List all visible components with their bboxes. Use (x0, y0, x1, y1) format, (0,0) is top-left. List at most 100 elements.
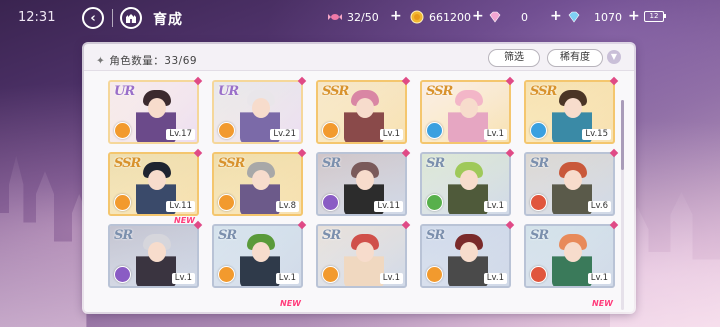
back-button[interactable]: ‹ (82, 7, 104, 29)
element-green-icon (426, 194, 443, 211)
resource-blue-diamond: 1070 (567, 10, 622, 24)
element-orange-icon (218, 266, 235, 283)
level-label: Lv.6 (587, 201, 611, 212)
element-orange-icon (218, 122, 235, 139)
character-face (252, 170, 270, 190)
character-card[interactable]: SSR Lv.8 (212, 152, 303, 216)
add-pink-diamond-button[interactable]: + (550, 8, 562, 24)
rarity-label: SR (530, 156, 549, 171)
rarity-label: SSR (426, 84, 453, 99)
character-card[interactable]: SSR Lv.15 (524, 80, 615, 144)
character-face (564, 242, 582, 262)
new-badge: NEW (174, 216, 195, 225)
character-face (460, 170, 478, 190)
add-candy-button[interactable]: + (390, 8, 402, 24)
home-button[interactable] (120, 7, 142, 29)
level-label: Lv.1 (483, 201, 507, 212)
candy-value: 32/50 (347, 10, 379, 24)
character-face (148, 98, 166, 118)
top-bar: 12:31 ‹ 育成 32/50 + 661200 + 0 + 1070 + 1… (0, 0, 720, 36)
level-label: Lv.1 (275, 273, 299, 284)
rarity-label: SSR (114, 156, 141, 171)
character-face (356, 170, 374, 190)
character-panel: ✦ 角色数量：33/69 筛选 稀有度 ▼ UR Lv.17 UR Lv.21 SSR Lv… (84, 44, 634, 312)
element-purple-icon (322, 194, 339, 211)
level-label: Lv.1 (171, 273, 195, 284)
chevron-down-icon: ▼ (610, 52, 618, 61)
character-card[interactable]: SR Lv.1 (108, 224, 199, 288)
pink-diamond-value: 0 (521, 10, 528, 24)
battery-icon: 12 (644, 11, 666, 22)
character-card[interactable]: SSR Lv.11 (108, 152, 199, 216)
element-orange-icon (218, 194, 235, 211)
character-face (252, 98, 270, 118)
rarity-label: SR (530, 228, 549, 243)
rarity-label: SSR (218, 156, 245, 171)
element-orange-icon (322, 266, 339, 283)
level-label: Lv.1 (379, 129, 403, 140)
element-orange-icon (322, 122, 339, 139)
level-label: Lv.1 (483, 273, 507, 284)
rarity-label: UR (114, 84, 135, 99)
rarity-label: SR (322, 156, 341, 171)
coin-icon (410, 10, 424, 24)
level-label: Lv.1 (483, 129, 507, 140)
castle-home-icon (126, 13, 136, 23)
character-grid: UR Lv.17 UR Lv.21 SSR Lv.1 SSR Lv.1 SSR Lv.15 SSR L… (84, 70, 634, 312)
element-blue-icon (530, 122, 547, 139)
character-card[interactable]: SR Lv.1 (212, 224, 303, 288)
element-orange-icon (426, 266, 443, 283)
sort-order-button[interactable]: ▼ (607, 50, 621, 64)
character-card[interactable]: UR Lv.21 (212, 80, 303, 144)
chevron-left-icon: ‹ (90, 10, 96, 26)
character-face (564, 170, 582, 190)
status-time: 12:31 (18, 10, 56, 25)
rarity-label: SR (322, 228, 341, 243)
character-card[interactable]: SR Lv.1 (316, 224, 407, 288)
resource-pink-diamond: 0 (488, 10, 528, 24)
level-label: Lv.15 (582, 129, 611, 140)
rarity-label: UR (218, 84, 239, 99)
element-orange-icon (114, 194, 131, 211)
character-face (148, 170, 166, 190)
character-card[interactable]: SR Lv.1 (524, 224, 615, 288)
blue-diamond-value: 1070 (594, 10, 622, 24)
element-red-icon (530, 194, 547, 211)
character-card[interactable]: SR Lv.6 (524, 152, 615, 216)
element-red-icon (530, 266, 547, 283)
level-label: Lv.11 (374, 201, 403, 212)
level-label: Lv.1 (379, 273, 403, 284)
add-blue-diamond-button[interactable]: + (628, 8, 640, 24)
rarity-label: SR (426, 156, 445, 171)
add-coin-button[interactable]: + (472, 8, 484, 24)
element-blue-icon (426, 122, 443, 139)
divider (112, 9, 113, 27)
rarity-label: SR (114, 228, 133, 243)
character-face (252, 242, 270, 262)
character-card[interactable]: SSR Lv.1 (316, 80, 407, 144)
character-card[interactable]: SR Lv.1 (420, 152, 511, 216)
character-face (356, 98, 374, 118)
rarity-label: SSR (322, 84, 349, 99)
character-card[interactable]: SR Lv.11 (316, 152, 407, 216)
character-face (460, 242, 478, 262)
character-face (148, 242, 166, 262)
rarity-sort-button[interactable]: 稀有度 (547, 49, 603, 67)
rarity-label: SSR (530, 84, 557, 99)
sparkle-icon: ✦ (96, 55, 106, 67)
element-purple-icon (114, 266, 131, 283)
scrollbar-thumb[interactable] (621, 100, 624, 170)
character-face (356, 242, 374, 262)
candy-icon (328, 14, 342, 20)
level-label: Lv.8 (275, 201, 299, 212)
filter-button[interactable]: 筛选 (488, 49, 540, 67)
character-card[interactable]: SR Lv.1 (420, 224, 511, 288)
element-orange-icon (114, 122, 131, 139)
new-badge: NEW (592, 299, 613, 308)
level-label: Lv.21 (270, 129, 299, 140)
character-card[interactable]: SSR Lv.1 (420, 80, 511, 144)
rarity-label: SR (218, 228, 237, 243)
blue-diamond-icon (568, 11, 580, 23)
coin-value: 661200 (429, 10, 471, 24)
character-card[interactable]: UR Lv.17 (108, 80, 199, 144)
